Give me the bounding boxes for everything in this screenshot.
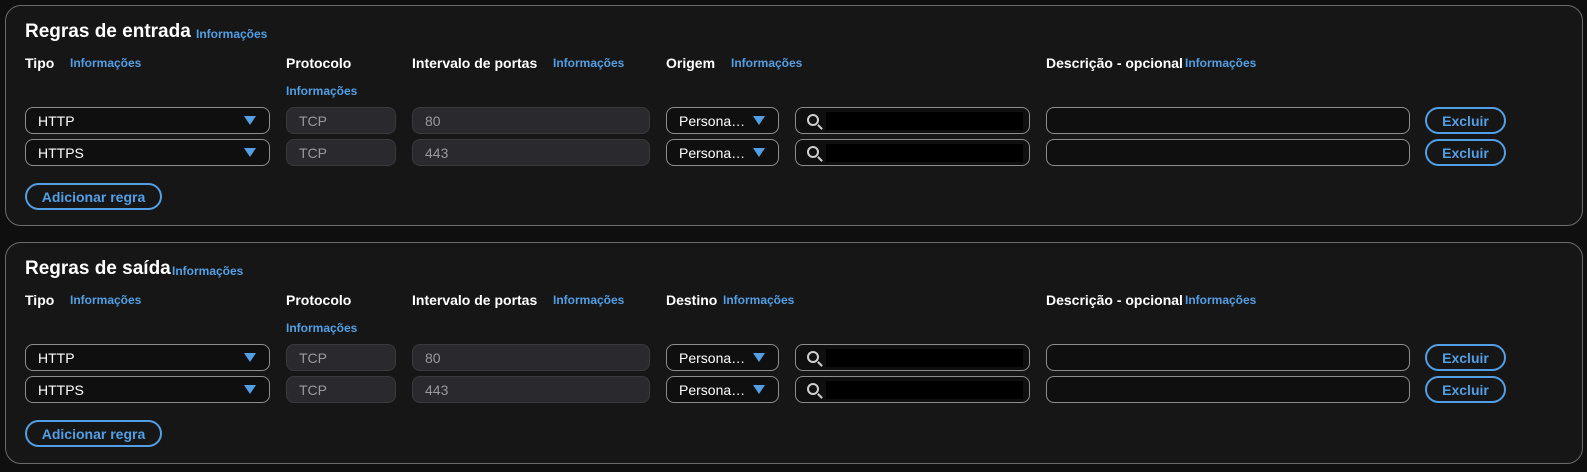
protocol-field: TCP	[286, 139, 396, 166]
type-value: HTTP	[38, 349, 75, 366]
inbound-rules-title: Regras de entrada	[25, 21, 191, 42]
outbound-rules-title: Regras de saída	[25, 258, 171, 279]
type-select[interactable]: HTTP	[25, 344, 270, 371]
description-input[interactable]	[1046, 107, 1410, 134]
column-header-destination: Destino	[666, 292, 718, 308]
type-value: HTTP	[38, 112, 75, 129]
description-info-link[interactable]: Informações	[1185, 56, 1256, 70]
column-header-source: Origem	[666, 55, 716, 71]
column-header-type: Tipo	[25, 55, 55, 71]
port-range-info-link[interactable]: Informações	[553, 293, 624, 307]
protocol-field: TCP	[286, 344, 396, 371]
destination-type-value: Persona…	[679, 381, 746, 398]
delete-rule-button[interactable]: Excluir	[1425, 344, 1506, 371]
port-range-info-link[interactable]: Informações	[553, 56, 624, 70]
description-input[interactable]	[1046, 376, 1410, 403]
source-info-link[interactable]: Informações	[731, 56, 802, 70]
destination-type-select[interactable]: Persona…	[666, 344, 779, 371]
destination-type-select[interactable]: Persona…	[666, 376, 779, 403]
column-header-port-range: Intervalo de portas	[412, 55, 538, 71]
caret-down-icon	[244, 353, 256, 362]
column-header-description: Descrição - opcional	[1046, 292, 1183, 308]
outbound-rules-panel: Regras de saída Informações Tipo Informa…	[5, 242, 1583, 464]
port-range-field: 443	[412, 376, 650, 403]
column-header-type: Tipo	[25, 292, 55, 308]
description-info-link[interactable]: Informações	[1185, 293, 1256, 307]
caret-down-icon	[753, 116, 765, 125]
destination-type-value: Persona…	[679, 349, 746, 366]
destination-info-link[interactable]: Informações	[723, 293, 794, 307]
type-select[interactable]: HTTPS	[25, 376, 270, 403]
caret-down-icon	[753, 353, 765, 362]
inbound-rules-info-link[interactable]: Informações	[196, 27, 267, 41]
add-rule-button[interactable]: Adicionar regra	[25, 183, 162, 210]
search-icon	[807, 383, 819, 395]
source-search-input[interactable]	[795, 139, 1030, 166]
caret-down-icon	[244, 385, 256, 394]
caret-down-icon	[244, 148, 256, 157]
delete-rule-button[interactable]: Excluir	[1425, 107, 1506, 134]
inbound-rules-panel: Regras de entrada Informações Tipo Infor…	[5, 5, 1583, 226]
source-search-input[interactable]	[795, 107, 1030, 134]
column-header-description: Descrição - opcional	[1046, 55, 1183, 71]
type-info-link[interactable]: Informações	[70, 293, 141, 307]
protocol-field: TCP	[286, 376, 396, 403]
description-input[interactable]	[1046, 139, 1410, 166]
source-type-value: Persona…	[679, 112, 746, 129]
description-input[interactable]	[1046, 344, 1410, 371]
redacted-value	[826, 381, 1023, 399]
type-info-link[interactable]: Informações	[70, 56, 141, 70]
protocol-info-link[interactable]: Informações	[286, 321, 357, 335]
delete-rule-button[interactable]: Excluir	[1425, 376, 1506, 403]
redacted-value	[826, 144, 1023, 162]
search-icon	[807, 351, 819, 363]
port-range-field: 80	[412, 107, 650, 134]
add-rule-button[interactable]: Adicionar regra	[25, 420, 162, 447]
source-type-value: Persona…	[679, 144, 746, 161]
column-header-port-range: Intervalo de portas	[412, 292, 538, 308]
redacted-value	[826, 112, 1023, 130]
port-range-field: 443	[412, 139, 650, 166]
type-select[interactable]: HTTPS	[25, 139, 270, 166]
destination-search-input[interactable]	[795, 376, 1030, 403]
caret-down-icon	[753, 148, 765, 157]
source-type-select[interactable]: Persona…	[666, 139, 779, 166]
search-icon	[807, 146, 819, 158]
caret-down-icon	[753, 385, 765, 394]
port-range-field: 80	[412, 344, 650, 371]
destination-search-input[interactable]	[795, 344, 1030, 371]
type-value: HTTPS	[38, 381, 84, 398]
type-value: HTTPS	[38, 144, 84, 161]
redacted-value	[826, 349, 1023, 367]
type-select[interactable]: HTTP	[25, 107, 270, 134]
caret-down-icon	[244, 116, 256, 125]
protocol-info-link[interactable]: Informações	[286, 84, 357, 98]
protocol-field: TCP	[286, 107, 396, 134]
source-type-select[interactable]: Persona…	[666, 107, 779, 134]
column-header-protocol: Protocolo	[286, 292, 352, 308]
delete-rule-button[interactable]: Excluir	[1425, 139, 1506, 166]
search-icon	[807, 114, 819, 126]
column-header-protocol: Protocolo	[286, 55, 352, 71]
outbound-rules-info-link[interactable]: Informações	[172, 264, 243, 278]
